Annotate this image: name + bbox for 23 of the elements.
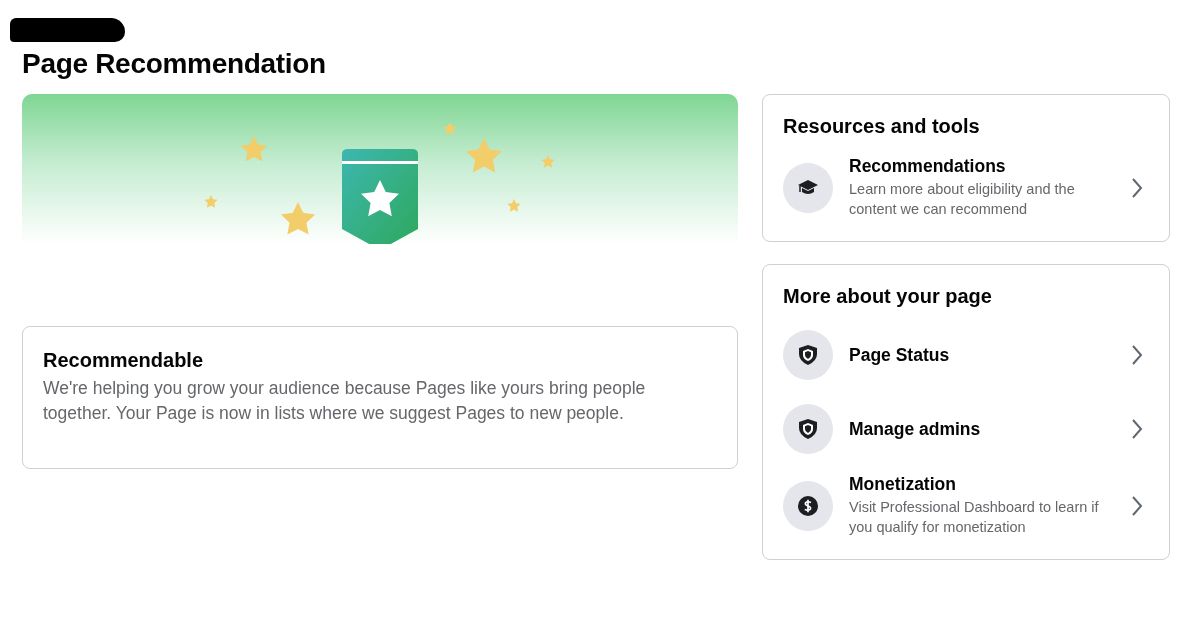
item-title: Manage admins xyxy=(849,418,982,440)
item-title: Monetization xyxy=(849,474,957,495)
item-title: Page Status xyxy=(849,344,951,366)
page-title: Page Recommendation xyxy=(22,48,327,80)
chevron-right-icon xyxy=(1131,418,1143,440)
graduation-cap-icon xyxy=(797,178,819,197)
menu-item[interactable]: Recommendations Learn more about eligibility and the content we can recommend xyxy=(783,148,1149,227)
shield-icon xyxy=(798,418,818,440)
status-title: Recommendable xyxy=(43,349,205,372)
menu-item[interactable]: Manage admins xyxy=(783,392,1149,466)
dollar-icon xyxy=(797,494,819,517)
menu-item[interactable]: Monetization Visit Professional Dashboard to learn if you qualify for monetization xyxy=(783,466,1149,545)
chevron-right-icon xyxy=(1131,344,1143,366)
chevron-right-icon xyxy=(1131,494,1143,517)
panel-title: More about your page xyxy=(783,285,993,308)
item-title: Recommendations xyxy=(849,156,1007,177)
item-description: Visit Professional Dashboard to learn if you qualify for monetization xyxy=(849,498,1099,537)
shield-icon xyxy=(798,344,818,366)
menu-item[interactable]: Page Status xyxy=(783,318,1149,392)
panel-title: Resources and tools xyxy=(783,115,981,138)
status-text: We're helping you grow your audience because Pages like yours bring people together. Your Page is now in lists where we suggest Pages to new people. xyxy=(43,377,647,425)
chevron-right-icon xyxy=(1131,176,1143,199)
item-description: Learn more about eligibility and the content we can recommend xyxy=(849,180,1076,219)
